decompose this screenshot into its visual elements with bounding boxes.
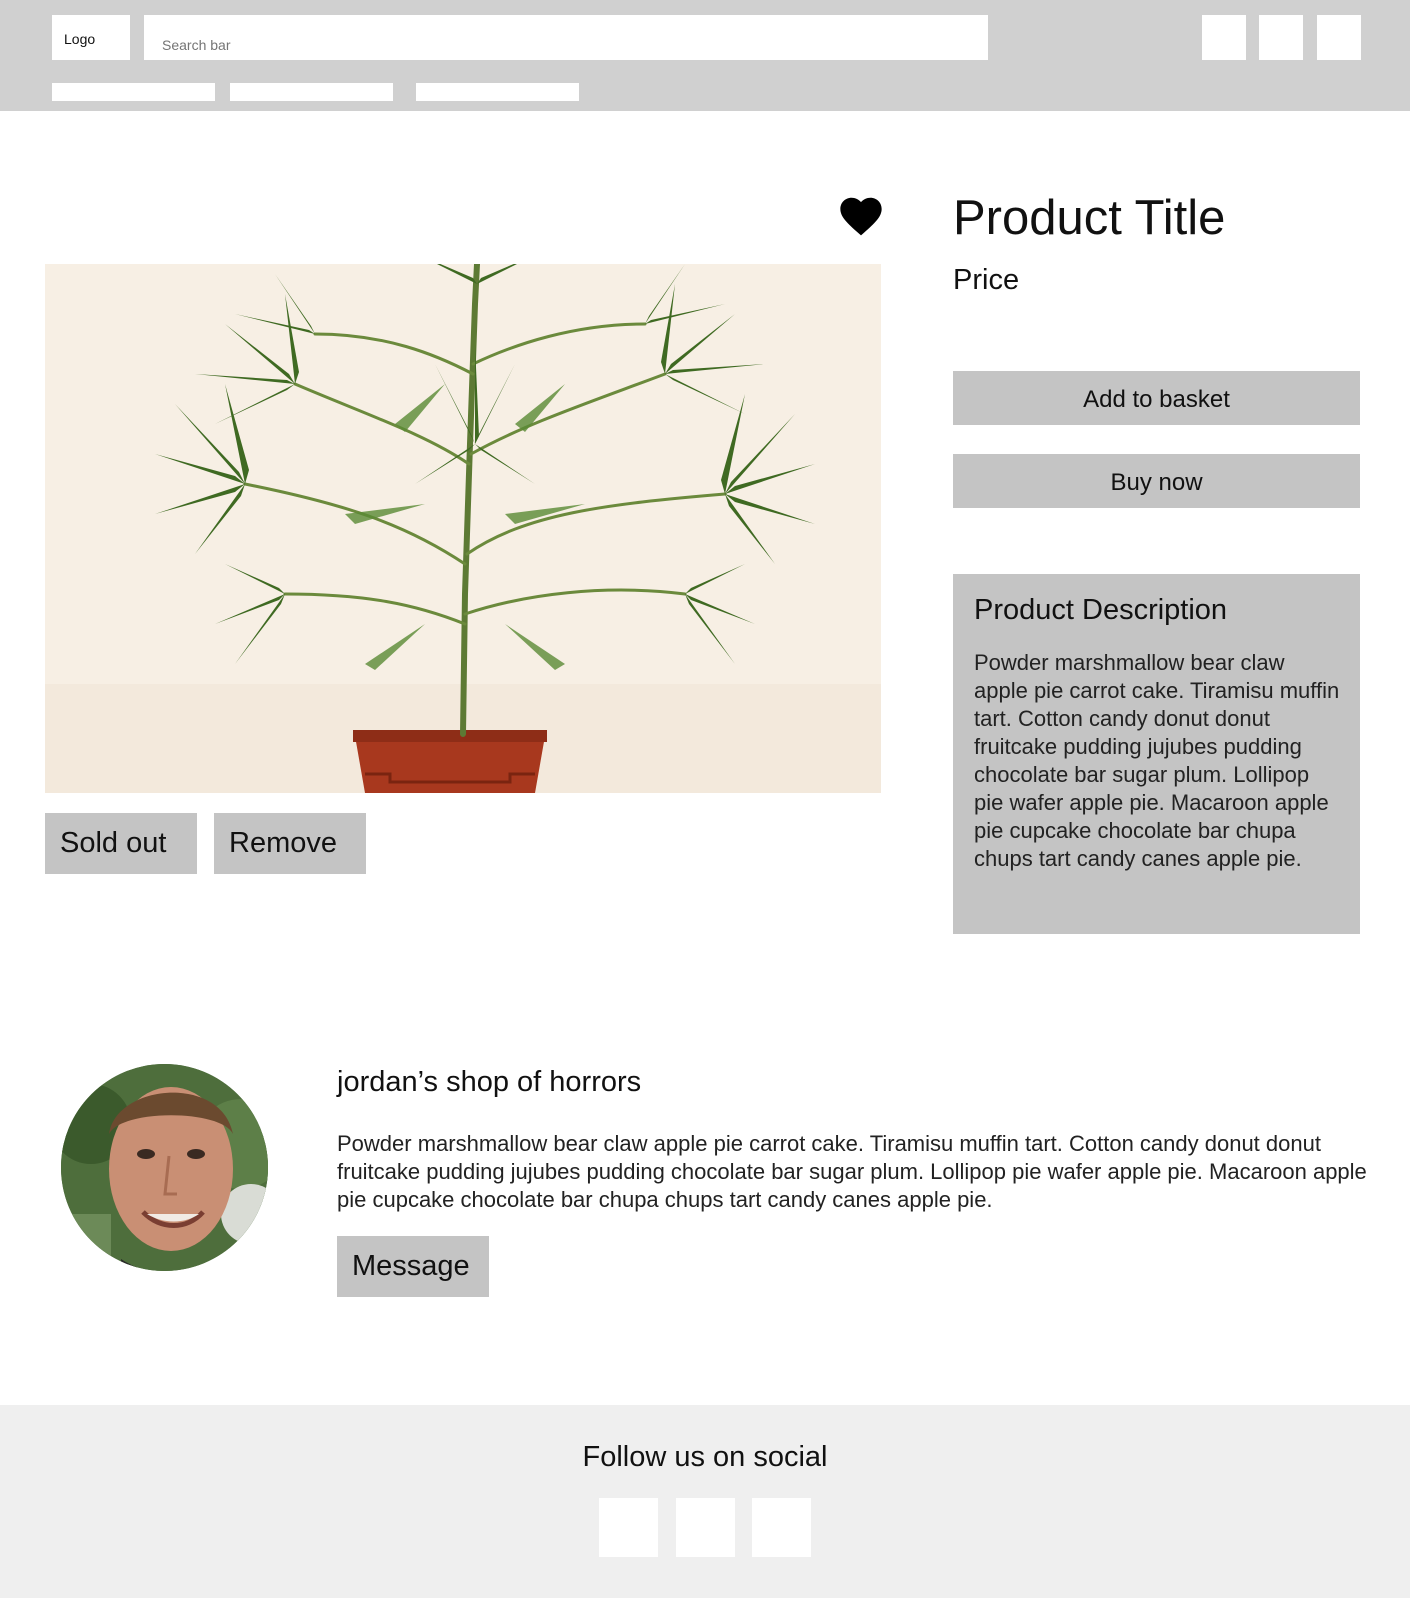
product-price: Price xyxy=(953,264,1020,296)
nav-link-1[interactable] xyxy=(52,83,215,101)
site-footer: Follow us on social xyxy=(0,1405,1410,1598)
shop-description: Powder marshmallow bear claw apple pie c… xyxy=(337,1131,1367,1212)
product-description-title: Product Description xyxy=(974,594,1228,626)
search-input[interactable] xyxy=(144,15,988,60)
social-icon-2[interactable] xyxy=(676,1498,735,1557)
nav-link-3[interactable] xyxy=(416,83,579,101)
remove-button[interactable]: Remove xyxy=(214,813,366,874)
site-header: Logo xyxy=(0,0,1410,111)
avatar[interactable] xyxy=(61,1064,268,1271)
header-icon-1[interactable] xyxy=(1202,15,1246,60)
buy-now-button[interactable]: Buy now xyxy=(953,454,1360,508)
nav-link-2[interactable] xyxy=(230,83,393,101)
plant-image xyxy=(45,264,881,793)
product-description-panel: Product Description Powder marshmallow b… xyxy=(953,574,1360,934)
logo[interactable]: Logo xyxy=(52,15,130,60)
social-icon-3[interactable] xyxy=(752,1498,811,1557)
social-icon-1[interactable] xyxy=(599,1498,658,1557)
message-button[interactable]: Message xyxy=(337,1236,489,1297)
shop-name[interactable]: jordan’s shop of horrors xyxy=(337,1066,641,1099)
seller-photo xyxy=(61,1064,268,1271)
heart-icon[interactable] xyxy=(840,197,882,237)
follow-social-heading: Follow us on social xyxy=(582,1441,828,1473)
header-icon-3[interactable] xyxy=(1317,15,1361,60)
product-title: Product Title xyxy=(953,191,1226,245)
product-image xyxy=(45,264,881,793)
header-icon-2[interactable] xyxy=(1259,15,1303,60)
add-to-basket-button[interactable]: Add to basket xyxy=(953,371,1360,425)
product-description-text: Powder marshmallow bear claw apple pie c… xyxy=(974,650,1340,871)
sold-out-button[interactable]: Sold out xyxy=(45,813,197,874)
